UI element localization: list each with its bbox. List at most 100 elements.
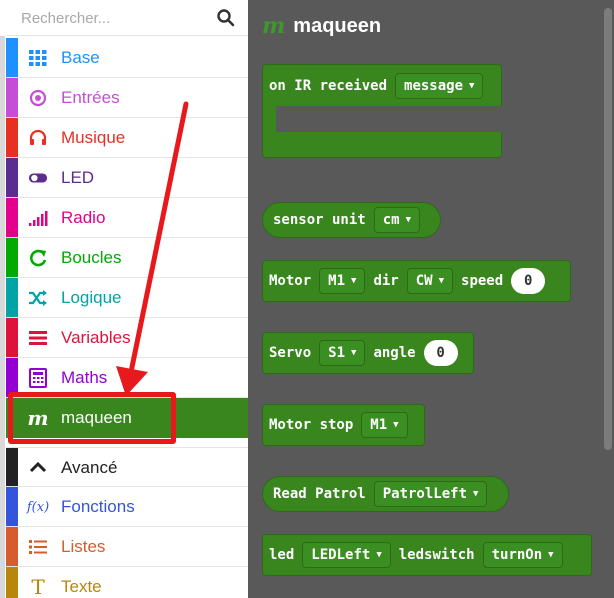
dropdown-value: M1	[370, 417, 388, 433]
caret-down-icon: ▼	[548, 550, 554, 560]
ir-message-dropdown[interactable]: message ▼	[395, 72, 484, 99]
category-label: Radio	[61, 208, 106, 227]
category-entrees[interactable]: Entrées	[6, 78, 248, 118]
grid-icon	[28, 48, 48, 68]
category-variables[interactable]: Variables	[6, 318, 248, 358]
headphones-icon	[28, 128, 48, 148]
category-color-bar	[6, 487, 18, 526]
annotation-highlight-box	[8, 392, 176, 444]
block-ir-arm	[262, 106, 276, 132]
caret-down-icon: ▼	[469, 80, 475, 91]
block-led[interactable]: led LEDLeft ▼ ledswitch turnOn ▼	[262, 534, 592, 576]
dropdown-value: PatrolLeft	[382, 486, 468, 502]
block-text: speed	[461, 273, 504, 289]
servo-id-dropdown[interactable]: S1 ▼	[319, 340, 366, 366]
motor-speed-input[interactable]: 0	[511, 268, 546, 294]
category-color-bar	[6, 527, 18, 566]
category-musique[interactable]: Musique	[6, 118, 248, 158]
dropdown-value: cm	[382, 212, 400, 228]
block-text: on IR received	[269, 77, 388, 94]
toolbox-edge	[0, 36, 5, 598]
dropdown-value: turnOn	[491, 547, 543, 563]
block-text: Read Patrol	[273, 486, 366, 502]
dropdown-value: CW	[415, 273, 433, 289]
category-color-bar	[6, 318, 18, 357]
category-texte[interactable]: T Texte	[6, 567, 248, 598]
category-label: Listes	[61, 537, 106, 556]
caret-down-icon: ▼	[393, 420, 399, 430]
block-servo[interactable]: Servo S1 ▼ angle 0	[262, 332, 474, 374]
block-ir-header: on IR received message ▼	[262, 64, 502, 106]
motor-dir-dropdown[interactable]: CW ▼	[406, 268, 454, 294]
category-label: Avancé	[61, 458, 118, 477]
category-label: Entrées	[61, 88, 120, 107]
category-color-bar	[6, 278, 18, 317]
led-id-dropdown[interactable]: LEDLeft ▼	[302, 542, 391, 568]
category-boucles[interactable]: Boucles	[6, 238, 248, 278]
block-ir-slot	[276, 106, 502, 132]
block-text: Servo	[269, 345, 312, 361]
motor-id-dropdown[interactable]: M1 ▼	[319, 268, 366, 294]
category-color-bar	[6, 238, 18, 277]
category-fonctions[interactable]: f(x) Fonctions	[6, 487, 248, 527]
block-read-patrol[interactable]: Read Patrol PatrolLeft ▼	[262, 476, 509, 512]
signal-bars-icon	[28, 208, 48, 228]
block-text: led	[269, 547, 295, 563]
patrol-dropdown[interactable]: PatrolLeft ▼	[373, 481, 488, 507]
category-label: Texte	[61, 577, 102, 596]
list-icon	[28, 537, 48, 557]
caret-down-icon: ▼	[376, 550, 382, 560]
flyout-title: m maqueen	[262, 13, 381, 39]
category-label: Musique	[61, 128, 126, 147]
category-label: Boucles	[61, 248, 122, 267]
text-icon: T	[31, 575, 45, 598]
radio-button-icon	[28, 88, 48, 108]
calculator-icon	[28, 368, 48, 388]
motor-stop-dropdown[interactable]: M1 ▼	[361, 412, 408, 438]
toolbox: Base Entrées Musique LED	[0, 0, 248, 598]
search-input[interactable]	[21, 6, 211, 30]
block-motor[interactable]: Motor M1 ▼ dir CW ▼ speed 0	[262, 260, 571, 302]
category-led[interactable]: LED	[6, 158, 248, 198]
caret-down-icon: ▼	[405, 215, 411, 225]
category-label: Maths	[61, 368, 108, 387]
block-text: sensor unit	[273, 212, 366, 228]
category-listes[interactable]: Listes	[6, 527, 248, 567]
flyout-scrollbar[interactable]	[604, 8, 612, 450]
search-icon[interactable]	[216, 8, 236, 28]
block-text: ledswitch	[398, 547, 475, 563]
blocks-flyout: m maqueen on IR received message ▼ sensor…	[248, 0, 614, 598]
sensor-unit-dropdown[interactable]: cm ▼	[373, 207, 420, 233]
category-color-bar	[6, 567, 18, 598]
maqueen-logo-icon: m	[262, 13, 286, 39]
refresh-icon	[28, 248, 48, 268]
caret-down-icon: ▼	[351, 348, 357, 358]
block-text: angle	[373, 345, 416, 361]
block-on-ir-received[interactable]: on IR received message ▼	[262, 64, 502, 158]
block-sensor-unit[interactable]: sensor unit cm ▼	[262, 202, 441, 238]
block-ir-footer	[262, 132, 502, 158]
toggle-icon	[28, 168, 48, 188]
dropdown-value: LEDLeft	[311, 547, 371, 563]
servo-angle-input[interactable]: 0	[423, 340, 458, 366]
chevron-up-icon	[28, 458, 48, 478]
category-label: Logique	[61, 288, 122, 307]
category-color-bar	[6, 78, 18, 117]
block-text: Motor stop	[269, 417, 354, 433]
category-logique[interactable]: Logique	[6, 278, 248, 318]
led-switch-dropdown[interactable]: turnOn ▼	[482, 542, 563, 568]
category-base[interactable]: Base	[6, 38, 248, 78]
block-motor-stop[interactable]: Motor stop M1 ▼	[262, 404, 425, 446]
function-icon: f(x)	[26, 499, 50, 515]
category-color-bar	[6, 448, 18, 486]
category-avance[interactable]: Avancé	[6, 447, 248, 487]
category-label: Base	[61, 48, 100, 67]
dropdown-value: S1	[328, 345, 346, 361]
category-color-bar	[6, 118, 18, 157]
lines-icon	[28, 328, 48, 348]
dropdown-value: M1	[328, 273, 346, 289]
category-radio[interactable]: Radio	[6, 198, 248, 238]
category-color-bar	[6, 38, 18, 77]
caret-down-icon: ▼	[351, 276, 357, 286]
caret-down-icon: ▼	[473, 489, 479, 499]
